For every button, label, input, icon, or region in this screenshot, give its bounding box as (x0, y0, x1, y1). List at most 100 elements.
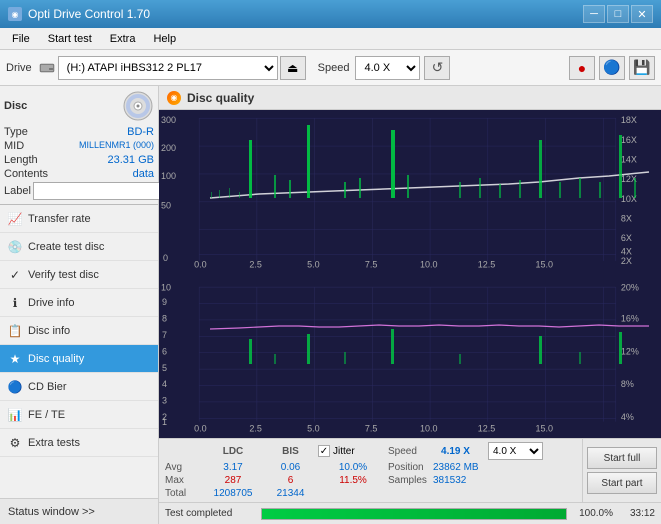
svg-text:5: 5 (162, 363, 167, 373)
eject-button[interactable]: ⏏ (280, 56, 306, 80)
refresh-button[interactable]: ↺ (424, 56, 450, 80)
svg-text:16X: 16X (621, 135, 637, 145)
svg-text:7.5: 7.5 (365, 259, 378, 269)
svg-text:100: 100 (161, 171, 176, 181)
svg-text:200: 200 (161, 143, 176, 153)
avg-bis: 0.06 (263, 462, 318, 473)
avg-row: Avg 3.17 0.06 10.0% Position 23862 MB (165, 462, 576, 473)
save-button[interactable]: 💾 (629, 56, 655, 80)
charts-area: LDC Read speed Write speed (159, 110, 661, 438)
start-full-button[interactable]: Start full (587, 447, 657, 469)
extra-tests-icon: ⚙ (8, 436, 22, 450)
disc-panel: Disc Type BD-R MID MILLENMR1 (000) (0, 86, 158, 205)
menu-help[interactable]: Help (145, 31, 184, 47)
transfer-rate-icon: 📈 (8, 212, 22, 226)
app-title: Opti Drive Control 1.70 (28, 7, 150, 21)
svg-text:1: 1 (162, 417, 167, 427)
stats-area: LDC BIS ✓ Jitter Speed 4.19 X 4.0 X Avg (159, 438, 661, 502)
sidebar-item-verify-test-disc[interactable]: ✓ Verify test disc (0, 261, 158, 289)
sidebar-item-cd-bier[interactable]: 🔵 CD Bier (0, 373, 158, 401)
disc-quality-icon: ★ (8, 352, 22, 366)
total-label: Total (165, 488, 203, 499)
drive-info-label: Drive info (28, 297, 74, 309)
speed-label: Speed (318, 62, 350, 74)
speed-header: Speed (388, 446, 433, 457)
max-label: Max (165, 475, 203, 486)
chart-header: ◉ Disc quality (159, 86, 661, 110)
disc-info-label: Disc info (28, 325, 70, 337)
cd-bier-label: CD Bier (28, 381, 67, 393)
speed-select[interactable]: 4.0 X (355, 56, 420, 80)
svg-text:50: 50 (161, 200, 171, 210)
settings-button[interactable]: ● (569, 56, 595, 80)
length-label: Length (4, 154, 38, 166)
verify-test-label: Verify test disc (28, 269, 99, 281)
menu-extra[interactable]: Extra (102, 31, 144, 47)
bottom-chart-svg: 10 9 8 7 6 5 4 3 2 1 20% 16% 12% 8% 4% (159, 274, 661, 438)
svg-text:2.5: 2.5 (249, 259, 262, 269)
maximize-button[interactable]: □ (607, 5, 629, 23)
samples-label: Samples (388, 475, 433, 486)
sidebar-item-create-test-disc[interactable]: 💿 Create test disc (0, 233, 158, 261)
contents-value: data (133, 168, 154, 180)
start-part-button[interactable]: Start part (587, 472, 657, 494)
minimize-button[interactable]: ─ (583, 5, 605, 23)
svg-text:2X: 2X (621, 256, 632, 266)
drive-label: Drive (6, 62, 32, 74)
progress-time: 33:12 (619, 508, 655, 519)
svg-text:4X: 4X (621, 246, 632, 256)
sidebar-item-fe-te[interactable]: 📊 FE / TE (0, 401, 158, 429)
total-ldc: 1208705 (203, 488, 263, 499)
label-input[interactable] (33, 182, 171, 200)
svg-text:5.0: 5.0 (307, 259, 320, 269)
create-test-icon: 💿 (8, 240, 22, 254)
sidebar-item-extra-tests[interactable]: ⚙ Extra tests (0, 429, 158, 457)
svg-text:300: 300 (161, 115, 176, 125)
window-controls: ─ □ ✕ (583, 5, 653, 23)
svg-text:0: 0 (163, 253, 168, 263)
svg-text:10: 10 (161, 282, 171, 292)
info-button[interactable]: 🔵 (599, 56, 625, 80)
speed-unit-select[interactable]: 4.0 X (488, 442, 543, 460)
fe-te-label: FE / TE (28, 409, 65, 421)
status-window-button[interactable]: Status window >> (0, 498, 158, 524)
stats-header-row: LDC BIS ✓ Jitter Speed 4.19 X 4.0 X (165, 442, 576, 460)
progress-area: Test completed 100.0% 33:12 (159, 502, 661, 524)
svg-text:15.0: 15.0 (536, 423, 554, 433)
bis-chart: BIS Jitter (159, 274, 661, 438)
total-row: Total 1208705 21344 (165, 488, 576, 499)
progress-bar-fill (262, 509, 566, 519)
svg-text:15.0: 15.0 (536, 259, 554, 269)
disc-quality-label: Disc quality (28, 353, 84, 365)
svg-text:4: 4 (162, 379, 167, 389)
progress-status: Test completed (165, 508, 255, 519)
max-bis: 6 (263, 475, 318, 486)
nav-section: 📈 Transfer rate 💿 Create test disc ✓ Ver… (0, 205, 158, 498)
label-label: Label (4, 185, 31, 197)
max-row: Max 287 6 11.5% Samples 381532 (165, 475, 576, 486)
avg-label: Avg (165, 462, 203, 473)
drive-select[interactable]: (H:) ATAPI iHBS312 2 PL17 (58, 56, 278, 80)
svg-text:12.5: 12.5 (478, 259, 496, 269)
svg-text:0.0: 0.0 (194, 423, 207, 433)
sidebar-item-drive-info[interactable]: ℹ Drive info (0, 289, 158, 317)
svg-text:12%: 12% (621, 346, 639, 356)
svg-text:16%: 16% (621, 314, 639, 324)
sidebar-item-disc-quality[interactable]: ★ Disc quality (0, 345, 158, 373)
sidebar-item-disc-info[interactable]: 📋 Disc info (0, 317, 158, 345)
svg-text:12.5: 12.5 (478, 423, 496, 433)
jitter-checkbox[interactable]: ✓ (318, 445, 330, 457)
svg-text:14X: 14X (621, 154, 637, 164)
menu-file[interactable]: File (4, 31, 38, 47)
menu-start-test[interactable]: Start test (40, 31, 100, 47)
svg-text:2.5: 2.5 (249, 423, 262, 433)
close-button[interactable]: ✕ (631, 5, 653, 23)
jitter-checkbox-area: ✓ Jitter (318, 445, 388, 457)
svg-text:5.0: 5.0 (307, 423, 320, 433)
sidebar-item-transfer-rate[interactable]: 📈 Transfer rate (0, 205, 158, 233)
total-bis: 21344 (263, 488, 318, 499)
menubar: File Start test Extra Help (0, 28, 661, 50)
svg-text:0.0: 0.0 (194, 259, 207, 269)
svg-text:20%: 20% (621, 282, 639, 292)
bis-header: BIS (263, 446, 318, 457)
